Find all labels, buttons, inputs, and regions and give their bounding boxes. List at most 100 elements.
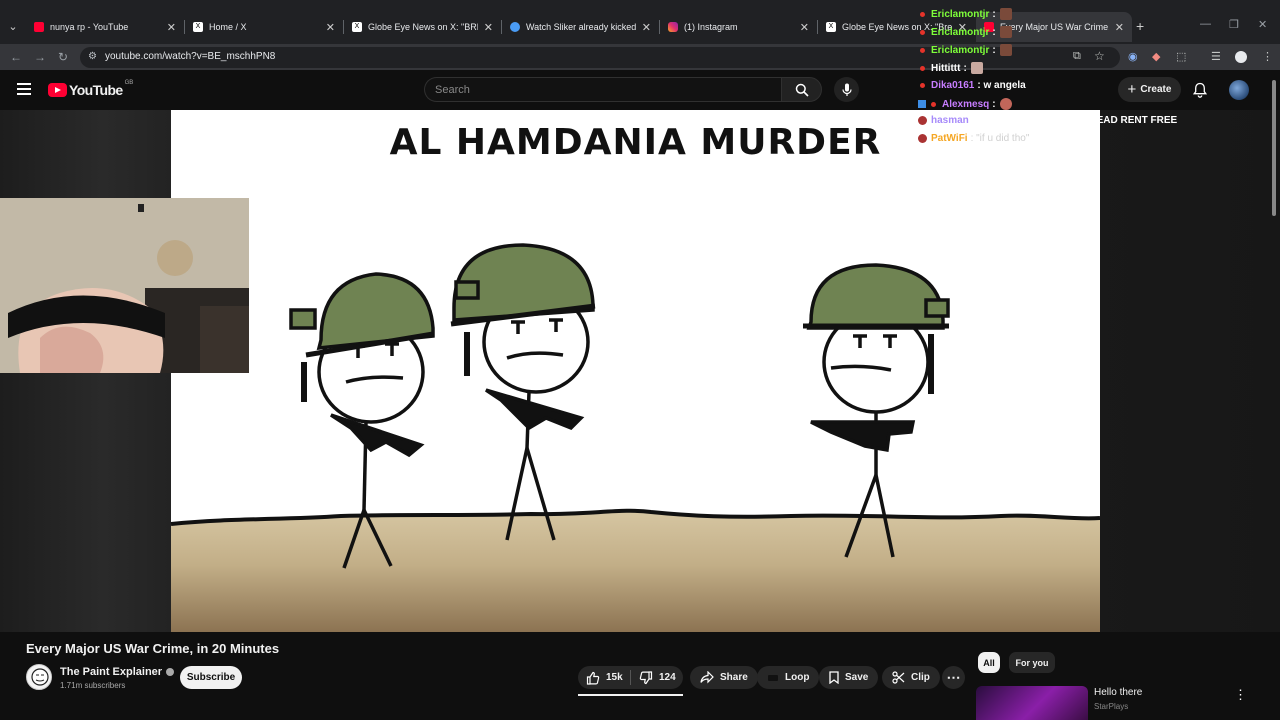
install-app-icon[interactable]: ⧉	[1073, 50, 1081, 63]
scissors-icon	[892, 671, 905, 684]
badge-icon	[920, 83, 925, 88]
more-options-icon[interactable]: ⋮	[1234, 687, 1247, 703]
page-scrollbar[interactable]	[1272, 80, 1276, 216]
dislike-button[interactable]: 124	[631, 670, 676, 685]
create-label: Create	[1140, 84, 1172, 95]
chat-username: Ericlamontjr	[931, 26, 990, 38]
video-player[interactable]: AL HAMDANIA MURDER	[171, 110, 1100, 632]
search-input[interactable]: Search	[424, 77, 781, 102]
new-tab-button[interactable]: +	[1136, 18, 1144, 34]
share-icon	[700, 671, 714, 684]
badge-icon	[931, 101, 936, 107]
close-tab-icon[interactable]: ✕	[167, 21, 176, 34]
browser-toolbar: ← → ↻ ⚙ youtube.com/watch?v=BE_mschhPN8 …	[0, 44, 1280, 70]
reload-icon[interactable]: ↻	[58, 50, 68, 64]
youtube-icon	[34, 22, 44, 32]
share-button[interactable]: Share	[690, 666, 758, 689]
bookmark-star-icon[interactable]: ☆	[1094, 49, 1105, 63]
instagram-icon	[668, 22, 678, 32]
recommended-title[interactable]: Hello there	[1094, 687, 1142, 698]
chat-message: hasman : CROSSCORE IN YOUR HEAD RENT FRE…	[916, 115, 1177, 126]
reading-list-icon[interactable]: ☰	[1211, 50, 1221, 63]
close-tab-icon[interactable]: ✕	[1115, 21, 1124, 34]
browser-tab[interactable]: X Globe Eye News on X: "BREAKI ✕	[344, 12, 501, 42]
badge-icon	[918, 100, 926, 108]
channel-name[interactable]: The Paint Explainer	[60, 666, 175, 678]
back-icon[interactable]: ←	[10, 50, 22, 64]
youtube-logo[interactable]: YouTube GB	[48, 80, 133, 98]
url-text[interactable]: youtube.com/watch?v=BE_mschhPN8	[105, 51, 275, 62]
more-actions-icon[interactable]: ⋯	[942, 666, 965, 689]
video-frame-illustration	[171, 243, 1100, 632]
chat-message: Hittittt :	[916, 62, 983, 74]
browser-tab[interactable]: X Home / X ✕	[185, 12, 343, 42]
loop-label: Loop	[785, 672, 810, 683]
close-tab-icon[interactable]: ✕	[642, 21, 651, 34]
badge-icon	[920, 11, 925, 17]
like-ratio-bar	[578, 694, 683, 696]
close-window-icon[interactable]: ✕	[1258, 18, 1267, 31]
chat-username: Ericlamontjr	[931, 44, 990, 56]
notifications-button[interactable]	[1192, 82, 1208, 103]
loop-icon	[768, 674, 778, 681]
search-button[interactable]	[781, 77, 822, 102]
badge-icon	[920, 47, 925, 53]
close-tab-icon[interactable]: ✕	[484, 21, 493, 34]
menu-icon[interactable]	[17, 83, 31, 95]
clip-button[interactable]: Clip	[882, 666, 940, 689]
profile-icon[interactable]	[1235, 51, 1247, 63]
search-icon	[795, 83, 809, 97]
channel-name-text: The Paint Explainer	[60, 666, 163, 678]
extension-icon[interactable]: ◆	[1152, 50, 1160, 63]
chip-all[interactable]: All	[978, 652, 1000, 673]
close-tab-icon[interactable]: ✕	[326, 21, 335, 34]
chip-for-you[interactable]: For you	[1009, 652, 1055, 673]
youtube-header: YouTube GB Search + Create	[0, 70, 1280, 110]
browser-tab[interactable]: (1) Instagram ✕	[660, 12, 817, 42]
kick-icon	[510, 22, 520, 32]
chat-message: PatWiFi : "if u did tho"	[916, 133, 1029, 144]
youtube-play-icon	[48, 83, 67, 97]
subscribe-button[interactable]: Subscribe	[180, 666, 242, 689]
create-button[interactable]: + Create	[1118, 77, 1181, 102]
recommended-thumbnail[interactable]	[976, 686, 1088, 720]
like-count: 15k	[606, 672, 623, 683]
badge-icon	[920, 29, 925, 35]
extensions-puzzle-icon[interactable]: ⬚	[1176, 50, 1186, 63]
tab-search-button[interactable]: ⌄	[4, 17, 22, 35]
account-avatar[interactable]	[1229, 80, 1249, 100]
channel-avatar[interactable]	[26, 664, 52, 690]
emote-icon	[999, 44, 1012, 56]
save-button[interactable]: Save	[819, 666, 879, 689]
chat-username: hasman	[931, 115, 969, 126]
dislike-count: 124	[659, 672, 676, 683]
badge-icon	[918, 134, 927, 143]
browser-menu-icon[interactable]: ⋮	[1262, 50, 1273, 63]
chat-message: Ericlamontjr :	[916, 26, 1012, 38]
chat-text: :	[963, 62, 967, 74]
chat-message: Ericlamontjr :	[916, 44, 1012, 56]
minimize-icon[interactable]: —	[1200, 18, 1211, 30]
site-info-icon[interactable]: ⚙	[88, 51, 97, 62]
webcam-feed-image	[0, 198, 249, 373]
maximize-icon[interactable]: ❐	[1229, 18, 1239, 31]
logo-text: YouTube	[69, 82, 123, 98]
loop-button[interactable]: Loop	[757, 666, 820, 689]
forward-icon[interactable]: →	[34, 50, 46, 64]
badge-icon	[920, 65, 925, 71]
browser-tab[interactable]: Watch Sliker already kicked out ✕	[502, 12, 659, 42]
subscriber-count: 1.71m subscribers	[60, 681, 126, 690]
close-tab-icon[interactable]: ✕	[800, 21, 809, 34]
voice-search-button[interactable]	[834, 77, 859, 102]
save-label: Save	[845, 672, 869, 683]
browser-tab[interactable]: nunya rp - YouTube ✕	[26, 12, 184, 42]
tab-title: Every Major US War Crime, in 2	[1000, 22, 1109, 32]
video-title: Every Major US War Crime, in 20 Minutes	[26, 641, 280, 656]
verified-icon	[166, 668, 175, 677]
clip-label: Clip	[911, 672, 930, 683]
tab-title: Watch Sliker already kicked out	[526, 22, 636, 32]
tab-title: Home / X	[209, 22, 247, 32]
tab-title: nunya rp - YouTube	[50, 22, 129, 32]
like-button[interactable]: 15k	[578, 671, 630, 685]
extension-icon[interactable]: ◉	[1128, 50, 1138, 63]
